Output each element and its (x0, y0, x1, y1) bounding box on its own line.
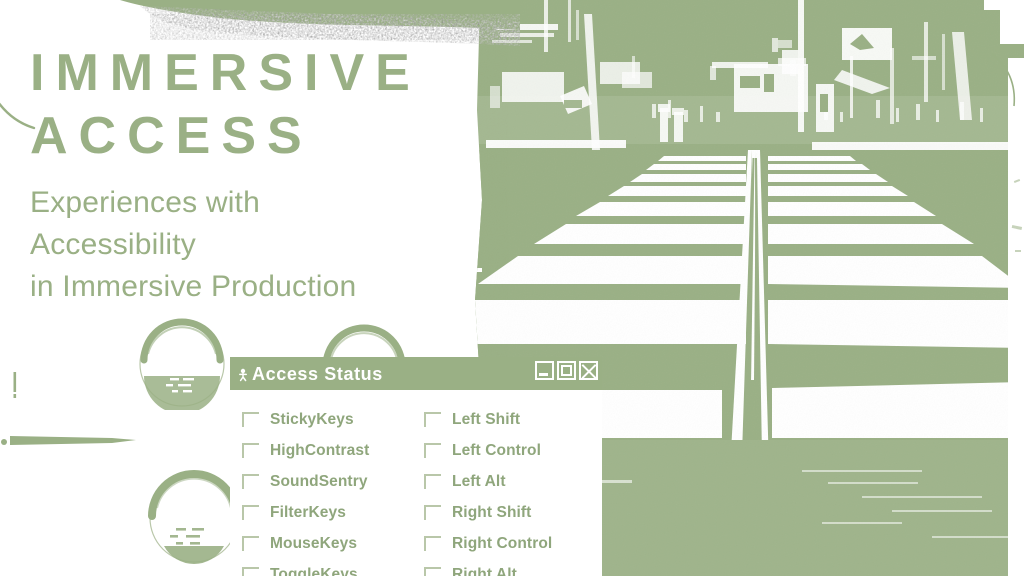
minimize-button[interactable] (535, 361, 554, 380)
checkbox-row[interactable]: FilterKeys (242, 497, 416, 528)
checkbox-mousekeys[interactable] (242, 536, 259, 551)
checkbox-label: FilterKeys (270, 503, 346, 521)
checkbox-label: Right Alt (452, 565, 517, 576)
checkbox-left-control[interactable] (424, 443, 441, 458)
checkbox-row[interactable]: HighContrast (242, 435, 416, 466)
checkbox-togglekeys[interactable] (242, 567, 259, 576)
checkbox-row[interactable]: Right Control (424, 528, 602, 559)
checkbox-right-alt[interactable] (424, 567, 441, 576)
checkbox-left-shift[interactable] (424, 412, 441, 427)
checkbox-row[interactable]: SoundSentry (242, 466, 416, 497)
checkbox-soundsentry[interactable] (242, 474, 259, 489)
subtitle-line-1: Experiences with (30, 186, 260, 219)
subtitle-line-3: in Immersive Production (30, 270, 357, 303)
page-title: IMMERSIVE ACCESS Experiences with Access… (30, 42, 470, 308)
dialog-titlebar[interactable]: Access Status (230, 357, 602, 390)
checkbox-row[interactable]: ToggleKeys (242, 559, 416, 576)
checkbox-label: Left Alt (452, 472, 506, 490)
brush-stroke-left (10, 436, 136, 445)
checkbox-stickykeys[interactable] (242, 412, 259, 427)
access-status-dialog[interactable]: Access Status StickyKeys HighContrast So… (230, 357, 602, 576)
checkbox-label: Right Shift (452, 503, 532, 521)
checkbox-label: SoundSentry (270, 472, 368, 490)
checkbox-right-shift[interactable] (424, 505, 441, 520)
checkbox-label: Left Shift (452, 410, 521, 428)
tick-mark-upper (13, 372, 17, 398)
checkbox-row[interactable]: Left Shift (424, 404, 602, 435)
dialog-body: StickyKeys HighContrast SoundSentry Filt… (230, 390, 602, 576)
maximize-button[interactable] (557, 361, 576, 380)
checkbox-left-alt[interactable] (424, 474, 441, 489)
checkbox-highcontrast[interactable] (242, 443, 259, 458)
dialog-title: Access Status (252, 363, 383, 384)
checkbox-label: Left Control (452, 441, 542, 459)
stamp-circle-upper (139, 318, 225, 410)
checkbox-label: HighContrast (270, 441, 370, 459)
minimize-glyph (539, 373, 548, 376)
checkbox-row[interactable]: MouseKeys (242, 528, 416, 559)
checkbox-label: MouseKeys (270, 534, 358, 552)
subtitle: Experiences with Accessibility in Immers… (30, 182, 470, 308)
checkbox-row[interactable]: Right Alt (424, 559, 602, 576)
tick-mark-lower (1, 439, 7, 445)
checkbox-filterkeys[interactable] (242, 505, 259, 520)
checkbox-row[interactable]: Right Shift (424, 497, 602, 528)
stamp-circle-lower (148, 470, 240, 564)
window-controls (535, 361, 598, 380)
close-button[interactable] (579, 361, 598, 380)
subtitle-line-2: Accessibility (30, 228, 196, 261)
checkbox-label: Right Control (452, 534, 553, 552)
checkbox-label: ToggleKeys (270, 565, 358, 576)
checkbox-label: StickyKeys (270, 410, 354, 428)
checkbox-row[interactable]: StickyKeys (242, 404, 416, 435)
accessibility-icon (239, 368, 247, 381)
title-line-1: IMMERSIVE (30, 44, 421, 102)
slide-canvas: IMMERSIVE ACCESS Experiences with Access… (0, 0, 1024, 576)
features-column: StickyKeys HighContrast SoundSentry Filt… (230, 404, 416, 576)
checkbox-right-control[interactable] (424, 536, 441, 551)
checkbox-row[interactable]: Left Control (424, 435, 602, 466)
modifier-keys-column: Left Shift Left Control Left Alt Right S… (416, 404, 602, 576)
checkbox-row[interactable]: Left Alt (424, 466, 602, 497)
title-line-2: ACCESS (30, 107, 313, 165)
